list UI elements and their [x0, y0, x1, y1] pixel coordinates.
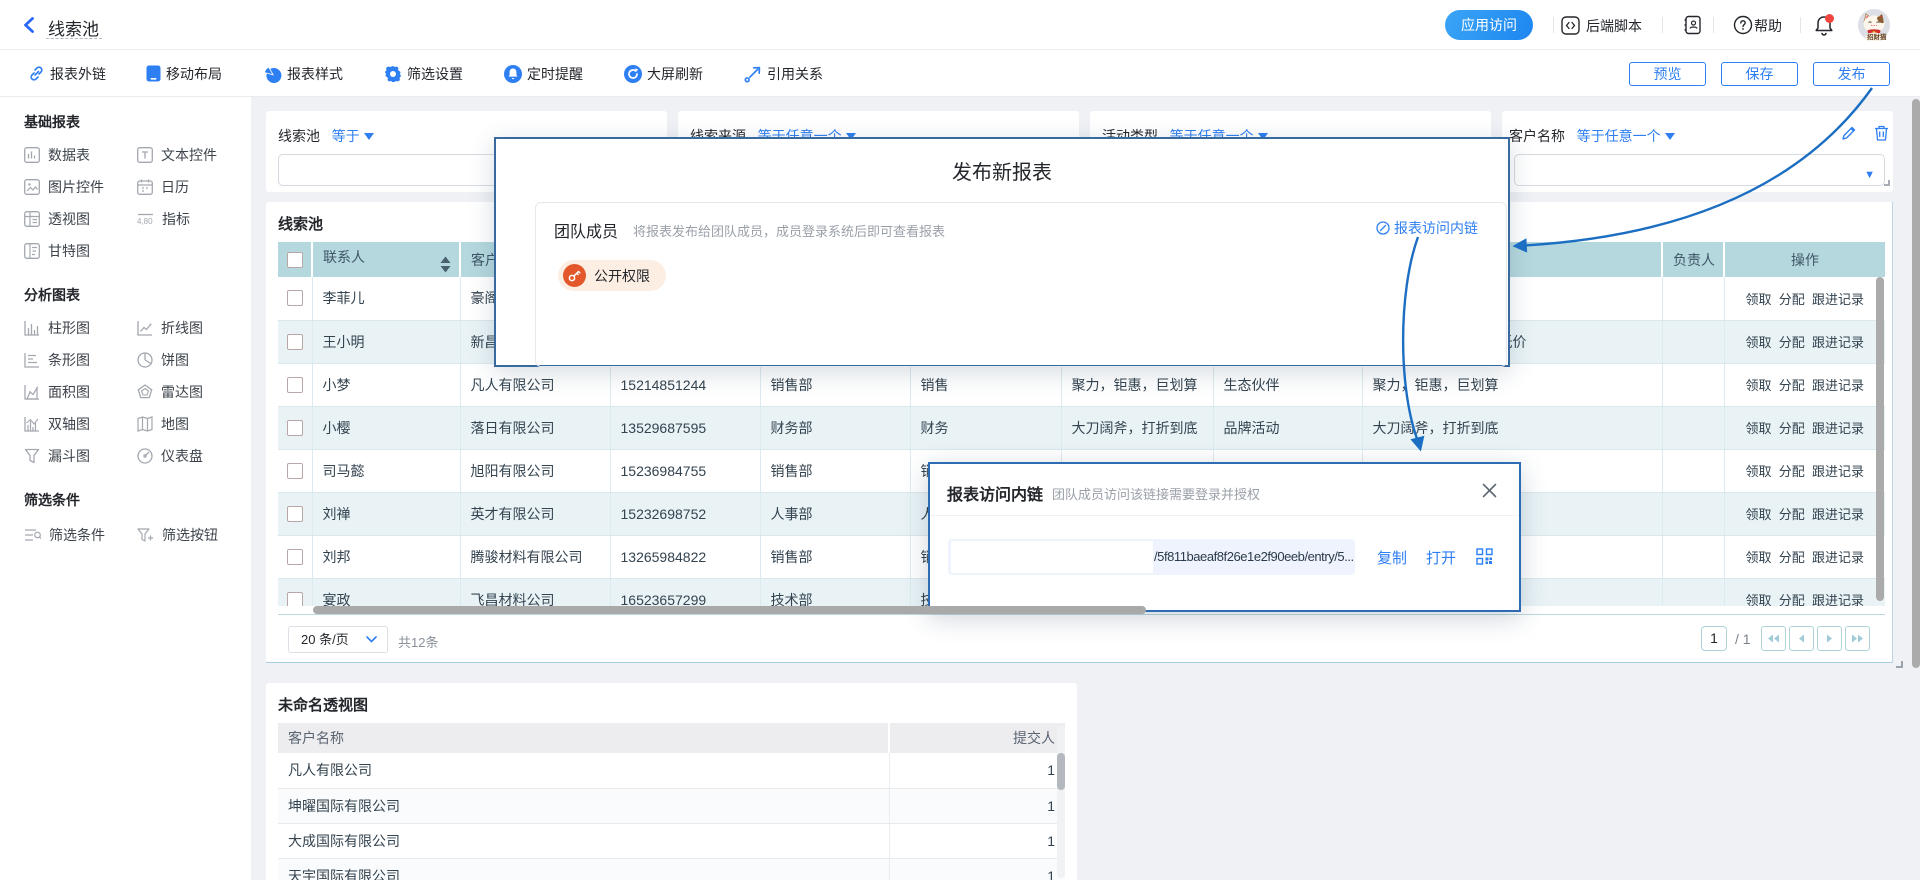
svg-text:4,80: 4,80	[137, 217, 153, 226]
svg-text:招财猫: 招财猫	[1867, 32, 1887, 41]
